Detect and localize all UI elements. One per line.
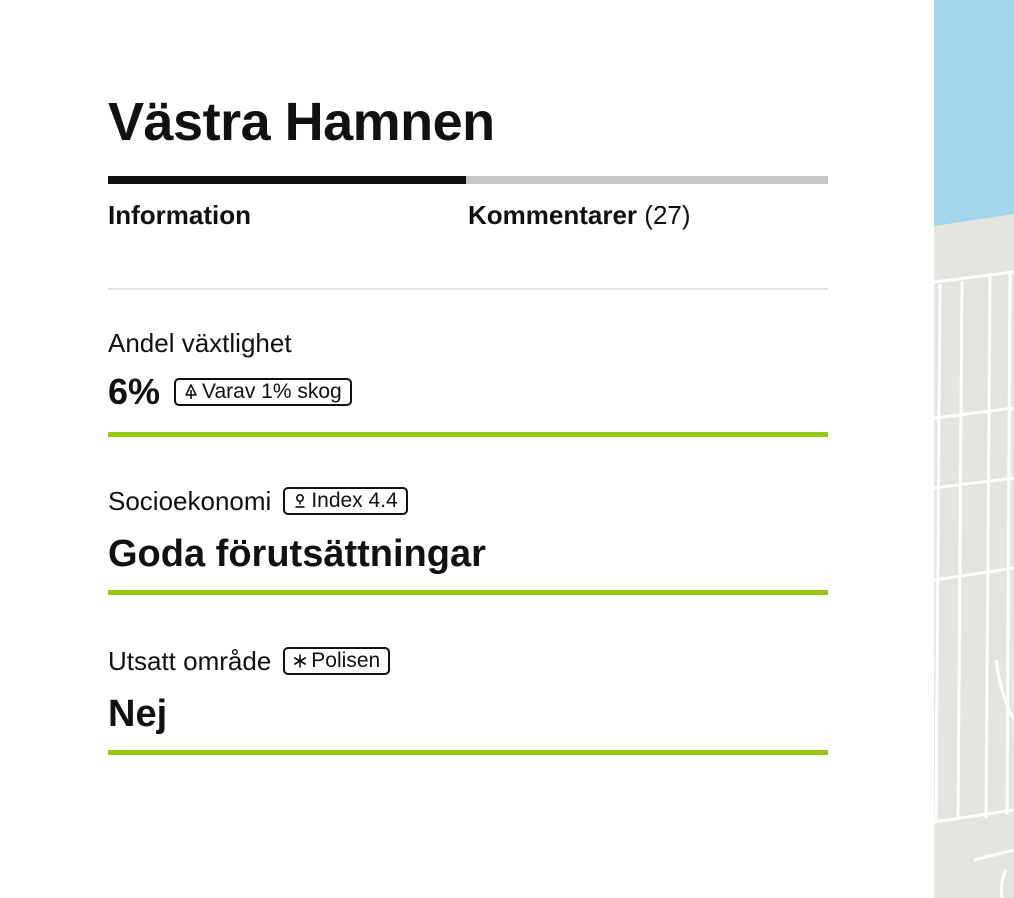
divider [108,288,828,290]
tab-indicator [108,176,828,184]
vulnerable-area-label: Utsatt område [108,646,272,676]
area-title: Västra Hamnen [108,92,495,152]
index-badge-text: Index 4.4 [311,489,398,512]
index-badge: Index 4.4 [283,487,408,515]
vegetation-value: 6% [108,371,161,412]
map-view[interactable] [934,0,1014,898]
vegetation-bar [108,432,828,437]
socioeconomy-bar [108,590,828,595]
socioeconomy-section: Socioekonomi Index 4.4 Goda förutsättnin… [108,484,828,598]
tab-comments-count: (27) [644,200,691,230]
tab-comments-label: Kommentarer [468,200,638,230]
police-badge: Polisen [283,647,391,675]
vegetation-label: Andel växtlighet [108,328,292,358]
forest-badge-text: Varav 1% skog [202,380,342,403]
area-info-panel: Västra Hamnen Information Kommentarer (2… [0,0,934,898]
forest-badge: Varav 1% skog [174,378,352,406]
tab-information-label: Information [108,200,251,230]
vulnerable-area-bar [108,750,828,755]
tab-information[interactable]: Information [108,198,251,232]
asterisk-icon [294,654,307,668]
socioeconomy-label: Socioekonomi [108,486,272,516]
tab-indicator-active [108,176,466,184]
vegetation-section: Andel växtlighet 6% Varav 1% skog [108,326,828,440]
person-icon [295,493,305,508]
tree-icon [185,384,197,399]
vulnerable-area-section: Utsatt område Polisen Nej [108,644,828,758]
socioeconomy-value: Goda förutsättningar [108,533,486,575]
vulnerable-area-value: Nej [108,693,168,735]
tab-comments[interactable]: Kommentarer (27) [468,198,691,232]
police-badge-text: Polisen [311,649,381,672]
map-canvas[interactable] [934,0,1014,898]
